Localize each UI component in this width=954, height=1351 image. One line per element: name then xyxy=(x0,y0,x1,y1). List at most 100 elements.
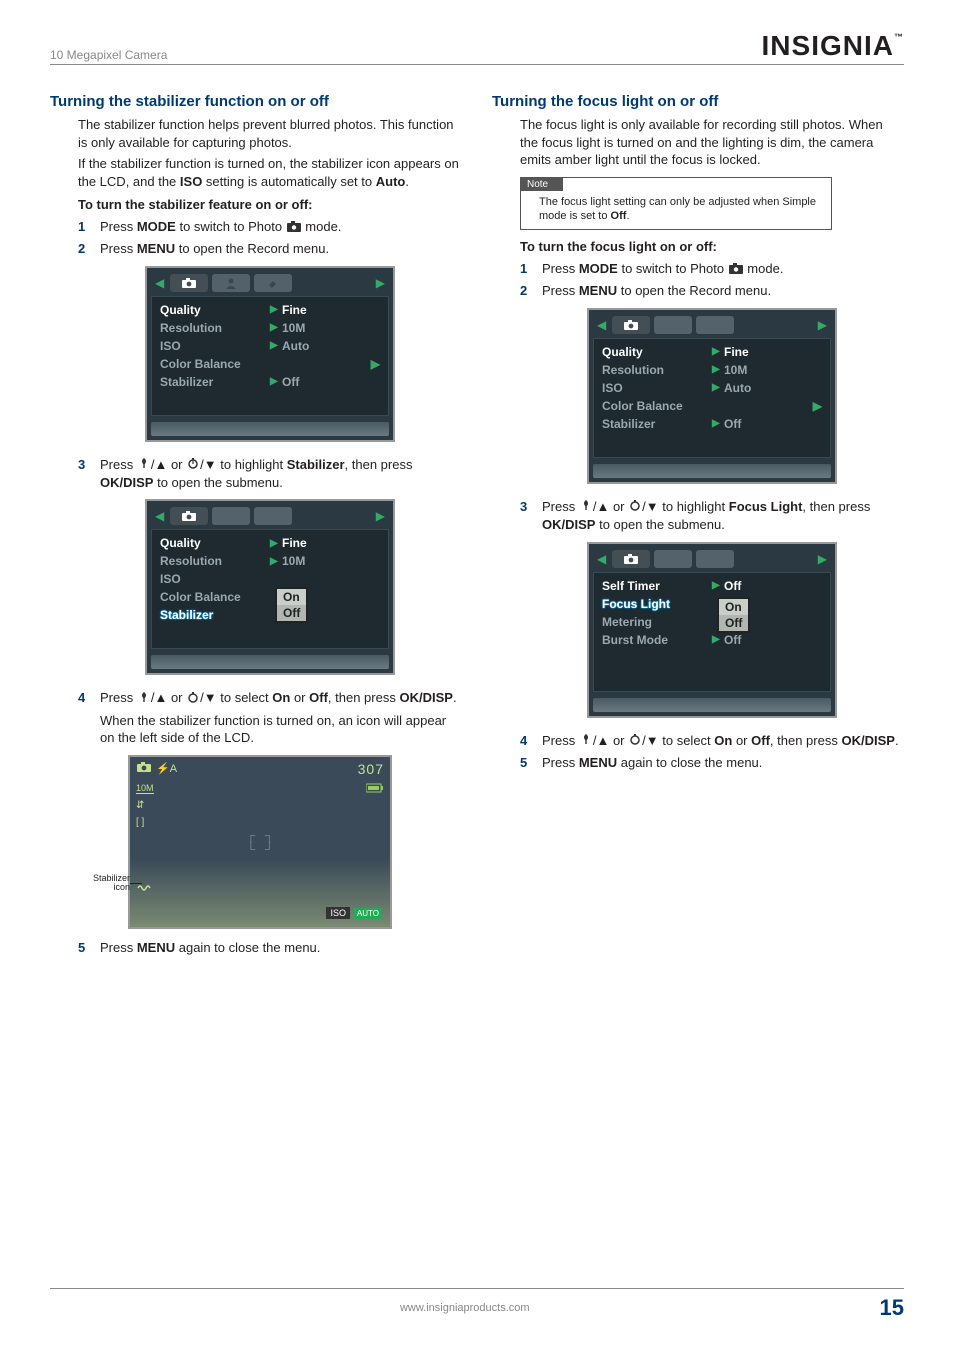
lcd-stabilizer-submenu: ◀ ▶ Quality▶Fine Resolution▶10M ISO Colo… xyxy=(145,499,395,675)
nav-left-icon: ◀ xyxy=(595,318,608,332)
step-number: 5 xyxy=(520,754,534,772)
t: or xyxy=(609,499,628,514)
popup-option-on: On xyxy=(277,589,306,605)
bracket-icon: [ ] xyxy=(136,817,154,828)
t: or xyxy=(167,690,186,705)
menu-label: Burst Mode xyxy=(602,633,712,647)
submenu-caret-icon: ▶ xyxy=(371,357,380,371)
t: . xyxy=(453,690,457,705)
nav-right-icon: ▶ xyxy=(374,509,387,523)
t: to select xyxy=(217,690,273,705)
tab-camera-icon xyxy=(612,316,650,334)
menu-label: ISO xyxy=(160,572,270,586)
macro-icon xyxy=(138,690,150,708)
t: to open the Record menu. xyxy=(175,241,329,256)
lcd-preview: ⚡A 307 10M ⇵ [ ] ┌ ┐└ ┘ Stabilizer icon xyxy=(128,755,392,929)
t: Press xyxy=(100,940,137,955)
menu-value: 10M xyxy=(282,321,305,335)
timer-icon xyxy=(187,690,199,708)
menu-value: Fine xyxy=(282,536,307,550)
t: Press xyxy=(100,219,137,234)
menu-label: Color Balance xyxy=(160,357,270,371)
popup-option-off: Off xyxy=(719,615,748,631)
tab-wrench-icon xyxy=(254,274,292,292)
off-bold: Off xyxy=(309,690,328,705)
left-step-2: 2 Press MENU to open the Record menu. xyxy=(78,240,462,258)
okdisp-bold: OK/DISP xyxy=(399,690,452,705)
nav-left-icon: ◀ xyxy=(153,509,166,523)
t: Press xyxy=(100,457,137,472)
macro-icon xyxy=(580,498,592,516)
flash-auto-icon: ⚡A xyxy=(156,762,177,775)
left-step-1: 1 Press MODE to switch to Photo mode. xyxy=(78,218,462,236)
menu-value: Auto xyxy=(724,381,751,395)
menu-value: Off xyxy=(724,633,741,647)
left-step-5: 5 Press MENU again to close the menu. xyxy=(78,939,462,957)
up-triangle-icon: ▲ xyxy=(596,733,609,748)
menu-label: Quality xyxy=(160,303,270,317)
t: Press xyxy=(542,283,579,298)
submenu-caret-icon: ▶ xyxy=(813,399,822,413)
t: . xyxy=(895,733,899,748)
step-number: 4 xyxy=(520,732,534,750)
menu-label: Stabilizer xyxy=(602,417,712,431)
menu-value: Off xyxy=(724,579,741,593)
left-step-3: 3 Press /▲ or /▼ to highlight Stabilizer… xyxy=(78,456,462,492)
nav-left-icon: ◀ xyxy=(595,552,608,566)
step-number: 5 xyxy=(78,939,92,957)
t: Press xyxy=(542,755,579,770)
menu-label: Quality xyxy=(160,536,270,550)
menu-label: Self Timer xyxy=(602,579,712,593)
down-triangle-icon: ▼ xyxy=(204,457,217,472)
step-number: 2 xyxy=(78,240,92,258)
menu-label: Resolution xyxy=(160,321,270,335)
step-body: Press MENU to open the Record menu. xyxy=(100,240,462,258)
t: , then press xyxy=(345,457,413,472)
lcd-record-menu-2: ◀ ▶ Quality▶Fine Resolution▶10M ISO▶Auto… xyxy=(587,308,837,484)
resolution-badge: 10M xyxy=(136,783,154,794)
t: setting is automatically set to xyxy=(202,174,375,189)
t: , then press xyxy=(770,733,842,748)
tab-person-icon xyxy=(212,507,250,525)
note-title: Note xyxy=(521,178,563,191)
t: to highlight xyxy=(659,499,729,514)
step-number: 2 xyxy=(520,282,534,300)
t: to switch to Photo xyxy=(618,261,728,276)
camera-icon xyxy=(287,219,301,237)
t: to open the submenu. xyxy=(153,475,282,490)
popup-option-on: On xyxy=(719,599,748,615)
right-step-3: 3 Press /▲ or /▼ to highlight Focus Ligh… xyxy=(520,498,904,534)
menu-label: Resolution xyxy=(602,363,712,377)
step-body: Press MODE to switch to Photo mode. xyxy=(100,218,462,236)
step-4-note: When the stabilizer function is turned o… xyxy=(100,712,462,747)
step-number: 4 xyxy=(78,689,92,746)
step-number: 1 xyxy=(78,218,92,236)
nav-right-icon: ▶ xyxy=(816,552,829,566)
tab-wrench-icon xyxy=(696,550,734,568)
t: . xyxy=(626,210,629,222)
t: , then press xyxy=(802,499,870,514)
t: or xyxy=(290,690,309,705)
t: The focus light setting can only be adju… xyxy=(539,196,816,222)
iso-badge: ISO xyxy=(326,907,350,919)
t: or xyxy=(732,733,751,748)
focus-brackets: ┌ ┐└ ┘ xyxy=(246,828,273,856)
exposure-icon: ⇵ xyxy=(136,800,154,811)
t: to open the submenu. xyxy=(595,517,724,532)
focuslight-popup: On Off xyxy=(717,597,750,633)
off-bold: Off xyxy=(611,210,627,222)
left-column: Turning the stabilizer function on or of… xyxy=(50,85,462,960)
right-step-2: 2 Press MENU to open the Record menu. xyxy=(520,282,904,300)
timer-icon xyxy=(187,456,199,474)
down-triangle-icon: ▼ xyxy=(646,733,659,748)
popup-option-off: Off xyxy=(277,605,306,621)
step-body: Press /▲ or /▼ to highlight Focus Light,… xyxy=(542,498,904,534)
mode-bold: MODE xyxy=(137,219,176,234)
page-number: 15 xyxy=(880,1295,904,1321)
step-body: Press MENU again to close the menu. xyxy=(100,939,462,957)
auto-badge: AUTO xyxy=(354,908,382,919)
right-heading: Turning the focus light on or off xyxy=(492,93,904,110)
t: or xyxy=(167,457,186,472)
tab-person-icon xyxy=(654,550,692,568)
timer-icon xyxy=(629,732,641,750)
